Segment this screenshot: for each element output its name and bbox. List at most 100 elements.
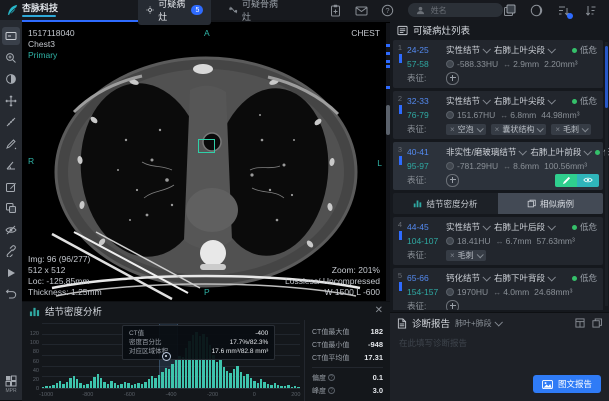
histogram-bar — [240, 372, 242, 388]
sign-chip[interactable]: ×毛刺 — [551, 124, 591, 135]
list-scrollbar[interactable] — [605, 42, 608, 306]
histogram-bar — [246, 374, 248, 388]
location-dropdown[interactable]: 右肺上叶尖段 — [494, 44, 554, 56]
search-input[interactable] — [429, 5, 493, 16]
ct-viewport[interactable]: 1517118040 Chest3 Primary CHEST A R L P … — [22, 20, 390, 301]
angle-tool[interactable] — [2, 156, 20, 174]
nodule-type-dropdown[interactable]: 实性结节 — [446, 44, 489, 56]
lesion-entry[interactable]: 340-41非实性/磨玻璃结节右肺上叶前段低危95-97-781.29HU8.6… — [393, 142, 603, 190]
logo-tagline — [22, 15, 56, 17]
image-report-button[interactable]: 图文报告 — [533, 375, 601, 393]
topbar-left-icons: ? — [329, 4, 394, 17]
close-icon[interactable]: ✕ — [375, 306, 383, 316]
histogram-bar — [79, 383, 81, 388]
undo-tool[interactable] — [2, 285, 20, 303]
lesion-entry[interactable]: 565-66钙化结节右肺下叶背段低危154-1571970HU4.0mm24.6… — [393, 268, 603, 310]
compare-images-tool[interactable] — [2, 199, 20, 217]
sign-chip[interactable]: ×毛刺 — [446, 250, 486, 261]
x-tick-label: -800 — [82, 392, 93, 398]
diameter-value: 6.7mm — [496, 236, 532, 246]
layers-icon[interactable] — [503, 4, 516, 17]
bone-icon — [229, 5, 238, 15]
nodule-type-dropdown[interactable]: 实性结节 — [446, 95, 489, 107]
link-series-tool[interactable] — [2, 242, 20, 260]
filter-sort-icon[interactable] — [584, 4, 597, 17]
add-sign-button[interactable] — [446, 72, 459, 85]
report-mode-dropdown[interactable]: 肺叶+肺段 — [455, 318, 501, 329]
sign-chip[interactable]: ×空泡 — [446, 124, 486, 135]
sort-icon[interactable] — [557, 4, 570, 17]
lesion-entry[interactable]: 232-33实性结节右肺上叶尖段低危76-79151.67HU6.8mm44.9… — [393, 91, 603, 139]
cine-play-tool[interactable] — [2, 264, 20, 282]
tool-sidebar: MPR — [0, 20, 22, 400]
add-sign-button[interactable] — [446, 300, 459, 311]
patient-search[interactable] — [408, 3, 503, 17]
nodule-type-dropdown[interactable]: 钙化结节 — [446, 272, 489, 284]
nodule-type-dropdown[interactable]: 非实性/磨玻璃结节 — [446, 146, 525, 158]
slice-range[interactable]: 24-25 — [407, 45, 441, 55]
entry-gutter: 1 — [393, 43, 407, 85]
chevron-down-icon — [494, 318, 502, 326]
histogram-bar — [131, 385, 133, 388]
histogram-bar — [168, 369, 170, 388]
mail-icon[interactable] — [355, 4, 368, 17]
density-chart[interactable]: 020406080100120 CT值-400 密度百分比17.7%/82.3%… — [26, 322, 304, 401]
window-level-tool[interactable] — [2, 27, 20, 45]
entry-row-2: 95-97-781.29HU8.6mm100.56mm³ — [407, 159, 599, 173]
tab-similar-cases[interactable]: 相似病例 — [498, 193, 603, 214]
lesion-entry[interactable]: 444-45实性结节右肺上叶后段低危104-10718.41HU6.7mm57.… — [393, 217, 603, 265]
list-scroll-thumb[interactable] — [605, 46, 608, 108]
lesion-list-panel: 可疑病灶列表 124-25实性结节右肺上叶尖段低危57-58-588.33HU2… — [390, 20, 609, 310]
entry-index: 2 — [393, 94, 407, 103]
help-icon[interactable]: ? — [328, 387, 335, 394]
histogram-bar — [182, 357, 184, 388]
slice-range[interactable]: 40-41 — [407, 147, 441, 157]
chevron-down-icon — [547, 45, 555, 53]
add-sign-button[interactable] — [446, 174, 459, 187]
entry-gutter: 5 — [393, 271, 407, 310]
clipboard-icon[interactable] — [329, 4, 342, 17]
lesion-list-title: 可疑病灶列表 — [413, 23, 470, 37]
report-copy-icon[interactable] — [592, 318, 602, 328]
signs-label: 表征: — [407, 72, 441, 84]
location-dropdown[interactable]: 右肺上叶后段 — [494, 221, 554, 233]
view-lesion-button[interactable] — [577, 174, 599, 187]
hide-annotations-tool[interactable] — [2, 221, 20, 239]
location-dropdown[interactable]: 右肺上叶尖段 — [494, 95, 554, 107]
zoom-tool[interactable] — [2, 49, 20, 67]
location-dropdown[interactable]: 右肺上叶前段 — [530, 146, 590, 158]
nodule-type-dropdown[interactable]: 实性结节 — [446, 221, 489, 233]
sign-chip[interactable]: ×囊状结构 — [491, 124, 547, 135]
list-icon — [397, 25, 408, 36]
stat-label: 峰度 — [312, 386, 326, 396]
contrast-tool[interactable] — [2, 70, 20, 88]
slice-range[interactable]: 65-66 — [407, 273, 441, 283]
edit-tool[interactable] — [2, 178, 20, 196]
lesion-roi-box[interactable] — [198, 139, 215, 153]
slice-range[interactable]: 44-45 — [407, 222, 441, 232]
report-table-icon[interactable] — [575, 318, 585, 328]
pan-tool[interactable] — [2, 92, 20, 110]
histogram-bar — [253, 381, 255, 388]
lesion-entry[interactable]: 124-25实性结节右肺上叶尖段低危57-58-588.33HU2.9mm2.2… — [393, 40, 603, 88]
location-dropdown[interactable]: 右肺下叶背段 — [494, 272, 554, 284]
theme-icon[interactable] — [530, 4, 543, 17]
report-placeholder[interactable]: 在此填写诊断报告 — [390, 333, 609, 353]
signs-label: 表征: — [407, 249, 441, 261]
entry-row-2: 76-79151.67HU6.8mm44.98mm³ — [407, 108, 599, 122]
slice-range[interactable]: 32-33 — [407, 96, 441, 106]
tab-suspicious-bone-lesion[interactable]: 可疑骨病灶 — [221, 0, 288, 25]
edit-lesion-button[interactable] — [555, 174, 577, 187]
tooltip-value: -400 — [255, 329, 268, 338]
mpr-tool[interactable]: MPR — [5, 375, 17, 394]
help-icon[interactable]: ? — [328, 374, 335, 381]
ruler-tool[interactable] — [2, 113, 20, 131]
entry-content: 44-45实性结节右肺上叶后段低危104-10718.41HU6.7mm57.6… — [407, 220, 599, 262]
plot-area[interactable]: CT值-400 密度百分比17.7%/82.3% 对应区域体积17.6 mm³/… — [42, 324, 300, 389]
annotate-pen-tool[interactable] — [2, 135, 20, 153]
tab-density-analysis[interactable]: 结节密度分析 — [393, 193, 498, 214]
zoom-level: Zoom: 201% — [332, 265, 380, 276]
top-bar: 杏脉科技 可疑病灶 5 可疑骨病灶 — [0, 0, 609, 20]
tab-suspicious-lesion[interactable]: 可疑病灶 5 — [138, 0, 211, 25]
help-icon[interactable]: ? — [381, 4, 394, 17]
